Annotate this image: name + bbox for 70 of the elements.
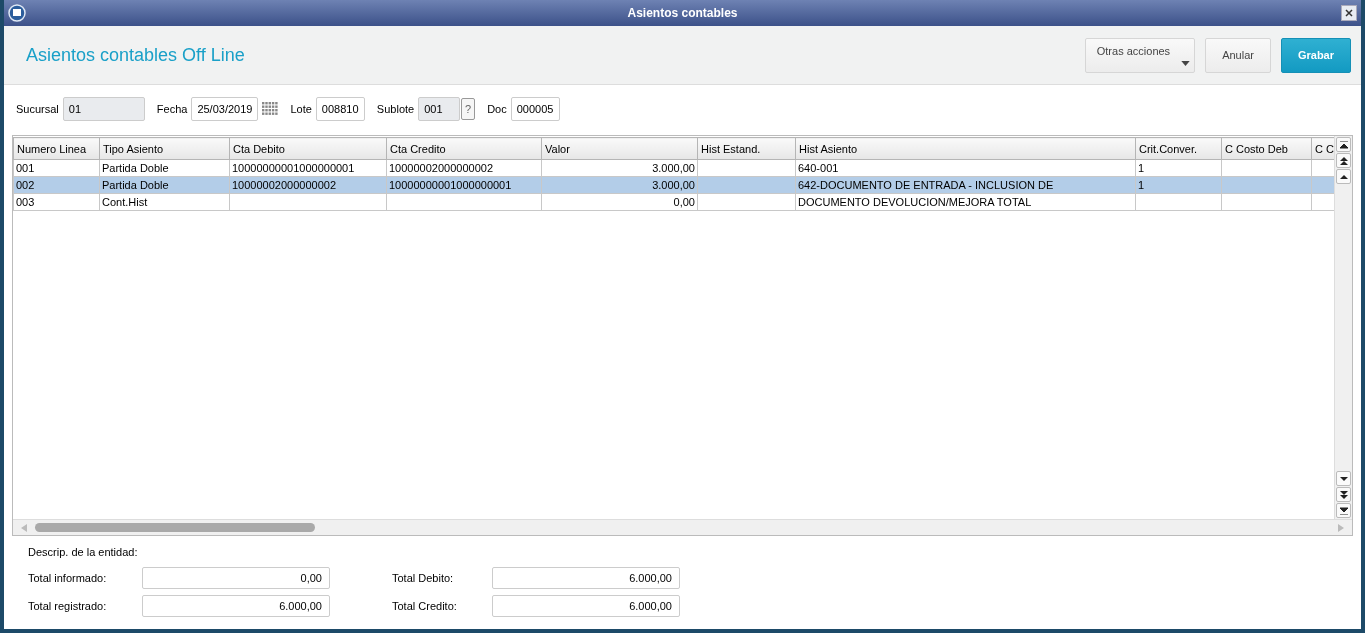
table-cell: 10000000001000000001 (389, 179, 512, 191)
total-field[interactable]: 6.000,00 (492, 595, 680, 617)
close-button[interactable] (1341, 5, 1357, 21)
total-label: Total informado: (28, 572, 108, 584)
table-cell: 1 (1138, 162, 1145, 174)
column-header[interactable]: Numero Linea (13, 137, 100, 160)
page-down-button[interactable] (1336, 487, 1351, 502)
table-cell: 3.000,00 (652, 179, 695, 191)
column-header[interactable]: Hist Asiento (795, 137, 1136, 160)
table-cell: 3.000,00 (652, 162, 695, 174)
column-header[interactable]: Cta Debito (229, 137, 387, 160)
table-cell: 0,00 (673, 196, 695, 208)
table-cell: DOCUMENTO DEVOLUCION/MEJORA TOTAL (798, 196, 1032, 208)
table-cell: Cont.Hist (102, 196, 148, 208)
table-cell: 10000000001000000001 (232, 162, 355, 174)
table-cell: 1 (1138, 179, 1145, 191)
field-label: Lote (290, 103, 312, 115)
column-header[interactable]: Cta Credito (386, 137, 542, 160)
caret-down-icon (1339, 474, 1348, 483)
column-header[interactable]: Valor (541, 137, 698, 160)
page-title: Asientos contables Off Line (26, 44, 245, 66)
column-header[interactable]: Tipo Asiento (99, 137, 230, 160)
total-field[interactable]: 6.000,00 (142, 595, 330, 617)
table-cell: 001 (16, 162, 35, 174)
total-field[interactable]: 0,00 (142, 567, 330, 589)
total-label: Total Credito: (391, 600, 458, 612)
column-header[interactable]: Crit.Conver. (1135, 137, 1222, 160)
total-label: Total registrado: (28, 600, 108, 612)
calendar-icon[interactable] (262, 102, 279, 116)
field-label: Fecha (156, 103, 188, 115)
field-label: Sucursal (16, 103, 59, 115)
double-caret-down-icon (1339, 490, 1348, 499)
table-cell: 10000002000000002 (232, 179, 336, 191)
column-header[interactable]: C C (1311, 137, 1334, 160)
cancel-button[interactable]: Anular (1205, 37, 1271, 73)
scroll-first-icon (1339, 140, 1348, 149)
scroll-down-button[interactable] (1336, 471, 1351, 486)
scroll-up-button[interactable] (1336, 169, 1351, 184)
column-header[interactable]: C Costo Deb (1221, 137, 1312, 160)
close-icon (1345, 9, 1353, 17)
caret-icon (1181, 60, 1191, 66)
table-cell: 002 (16, 179, 35, 191)
table-cell: Partida Doble (102, 162, 169, 174)
field-label: Doc (487, 103, 507, 115)
input-field[interactable]: 008810 (315, 97, 365, 121)
window-title: Asientos contables (626, 6, 739, 20)
column-header[interactable]: Hist Estand. (697, 137, 796, 160)
table-cell: 10000002000000002 (389, 162, 493, 174)
table-cell: 642-DOCUMENTO DE ENTRADA - INCLUSION DE (798, 179, 1054, 191)
table-row[interactable]: 003 Cont.Hist 0,00 DOCUMENTO DEVOLUCION/MEJORA TOTAL (13, 193, 1334, 211)
app-logo-icon (8, 4, 26, 22)
scroll-first-button[interactable] (1336, 137, 1351, 152)
caret-up-icon (1339, 172, 1348, 181)
total-field[interactable]: 6.000,00 (492, 567, 680, 589)
table-row[interactable]: 001 Partida Doble 10000000001000000001 10000002000000002 3.000,00 640-001 1 (13, 159, 1334, 177)
scroll-last-icon (1339, 506, 1348, 515)
scroll-last-button[interactable] (1336, 503, 1351, 518)
table-cell: 640-001 (798, 162, 839, 174)
page-up-button[interactable] (1336, 153, 1351, 168)
actions-menu-button[interactable]: Otras acciones (1084, 37, 1196, 73)
table-cell: Partida Doble (102, 179, 169, 191)
entity-description-label: Descrip. de la entidad: (28, 546, 139, 558)
double-caret-up-icon (1339, 156, 1348, 165)
table-cell: 003 (16, 196, 35, 208)
input-field[interactable]: 25/03/2019 (191, 97, 259, 121)
table-row[interactable]: 002 Partida Doble 10000002000000002 10000000001000000001 3.000,00 642-DOCUMENTO DE ENTRADA - INCLUSION DE 1 (13, 176, 1334, 194)
vertical-scrollbar[interactable] (1334, 136, 1352, 519)
total-label: Total Debito: (391, 572, 455, 584)
input-field[interactable]: 000005 (510, 97, 560, 121)
field-label: Sublote (376, 103, 415, 115)
